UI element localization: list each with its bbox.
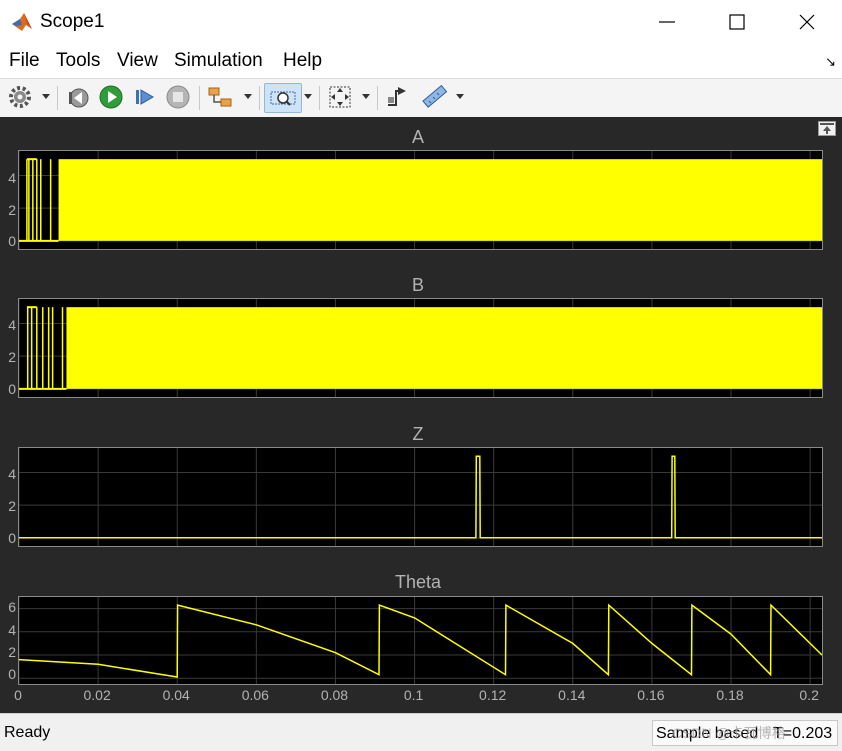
cursor-measurements-menu-caret[interactable] xyxy=(456,94,464,99)
xtick: 0.16 xyxy=(637,687,665,703)
plot-theta-canvas xyxy=(19,597,822,684)
plot-a[interactable] xyxy=(18,150,823,250)
plot-b[interactable] xyxy=(18,298,823,398)
xtick: 0 xyxy=(14,687,22,703)
ytick: 4 xyxy=(8,170,16,186)
plot-b-canvas xyxy=(19,299,822,397)
ytick: 4 xyxy=(8,466,16,482)
status-text: Ready xyxy=(4,724,51,741)
run-button[interactable] xyxy=(97,83,125,111)
xtick: 0.02 xyxy=(83,687,111,703)
xtick: 0.06 xyxy=(241,687,269,703)
gear-icon xyxy=(9,86,31,108)
step-forward-button[interactable] xyxy=(131,83,159,111)
menu-file[interactable]: File xyxy=(9,50,40,72)
plot-theta[interactable] xyxy=(18,596,823,685)
undock-icon[interactable] xyxy=(818,121,836,136)
cursor-measurements-button[interactable] xyxy=(420,83,448,111)
xtick: 0.14 xyxy=(558,687,586,703)
menu-bar: File Tools View Simulation Help ↘ xyxy=(0,44,842,78)
plot-z-canvas xyxy=(19,448,822,546)
stop-button[interactable] xyxy=(164,83,192,111)
ytick: 4 xyxy=(8,317,16,333)
ytick: 0 xyxy=(8,381,16,397)
window-title: Scope1 xyxy=(40,11,105,32)
toolbar-separator xyxy=(319,86,320,110)
toolbar-separator xyxy=(199,86,200,110)
zoom-button[interactable] xyxy=(264,83,302,113)
plot-title-b: B xyxy=(411,275,424,295)
ytick: 6 xyxy=(8,599,16,615)
xtick: 0.2 xyxy=(799,687,819,703)
triggers-button[interactable] xyxy=(384,83,412,111)
matlab-icon xyxy=(12,13,32,31)
toolbar-separator xyxy=(259,86,260,110)
ytick: 2 xyxy=(8,202,16,218)
ytick: 4 xyxy=(8,622,16,638)
menu-view[interactable]: View xyxy=(117,50,158,72)
signal-line xyxy=(19,603,822,678)
minimize-button[interactable] xyxy=(632,0,702,44)
close-button[interactable] xyxy=(772,0,842,44)
toolbar xyxy=(0,78,842,118)
play-icon xyxy=(99,85,123,109)
ytick: 0 xyxy=(8,233,16,249)
stop-icon xyxy=(166,85,190,109)
highlight-block-icon xyxy=(208,87,232,107)
zoom-menu-caret[interactable] xyxy=(304,94,312,99)
step-forward-icon xyxy=(136,89,154,105)
settings-menu-caret[interactable] xyxy=(42,94,50,99)
fit-to-view-icon xyxy=(329,86,351,108)
minimize-icon xyxy=(659,21,675,23)
toolbar-separator xyxy=(377,86,378,110)
plot-z[interactable] xyxy=(18,447,823,547)
zoom-icon xyxy=(270,91,296,106)
signal-band xyxy=(66,307,822,389)
plot-title-a: A xyxy=(411,127,424,147)
menu-help[interactable]: Help xyxy=(283,50,322,72)
highlight-menu-caret[interactable] xyxy=(244,94,252,99)
scale-menu-caret[interactable] xyxy=(362,94,370,99)
ytick: 0 xyxy=(8,530,16,546)
ytick: 2 xyxy=(8,349,16,365)
scale-button[interactable] xyxy=(326,83,354,111)
signal-line xyxy=(19,455,822,539)
maximize-icon xyxy=(729,14,745,30)
plot-title-z: Z xyxy=(412,424,424,444)
dock-arrow-icon[interactable]: ↘ xyxy=(825,54,836,70)
ytick: 2 xyxy=(8,498,16,514)
xtick: 0.04 xyxy=(162,687,190,703)
xtick: 0.08 xyxy=(320,687,349,703)
menu-tools[interactable]: Tools xyxy=(56,50,100,72)
close-icon xyxy=(799,14,815,30)
title-bar: Scope1 xyxy=(0,0,842,45)
highlight-button[interactable] xyxy=(206,83,234,111)
menu-simulation[interactable]: Simulation xyxy=(174,50,263,72)
xtick: 0.12 xyxy=(479,687,507,703)
step-back-button[interactable] xyxy=(64,83,92,111)
maximize-button[interactable] xyxy=(702,0,772,44)
xtick: 0.1 xyxy=(403,687,424,703)
triggers-icon xyxy=(388,87,406,106)
signal-band xyxy=(58,159,822,241)
xtick: 0.18 xyxy=(716,687,744,703)
ruler-icon xyxy=(422,84,448,108)
settings-button[interactable] xyxy=(6,83,34,111)
toolbar-separator xyxy=(57,86,58,110)
watermark-text: CSDN @卡瓦博格 xyxy=(672,725,786,741)
plot-a-canvas xyxy=(19,151,822,249)
ytick: 0 xyxy=(8,666,16,682)
step-back-icon xyxy=(69,88,89,108)
plot-title-theta: Theta xyxy=(394,572,442,592)
ytick: 2 xyxy=(8,644,16,660)
